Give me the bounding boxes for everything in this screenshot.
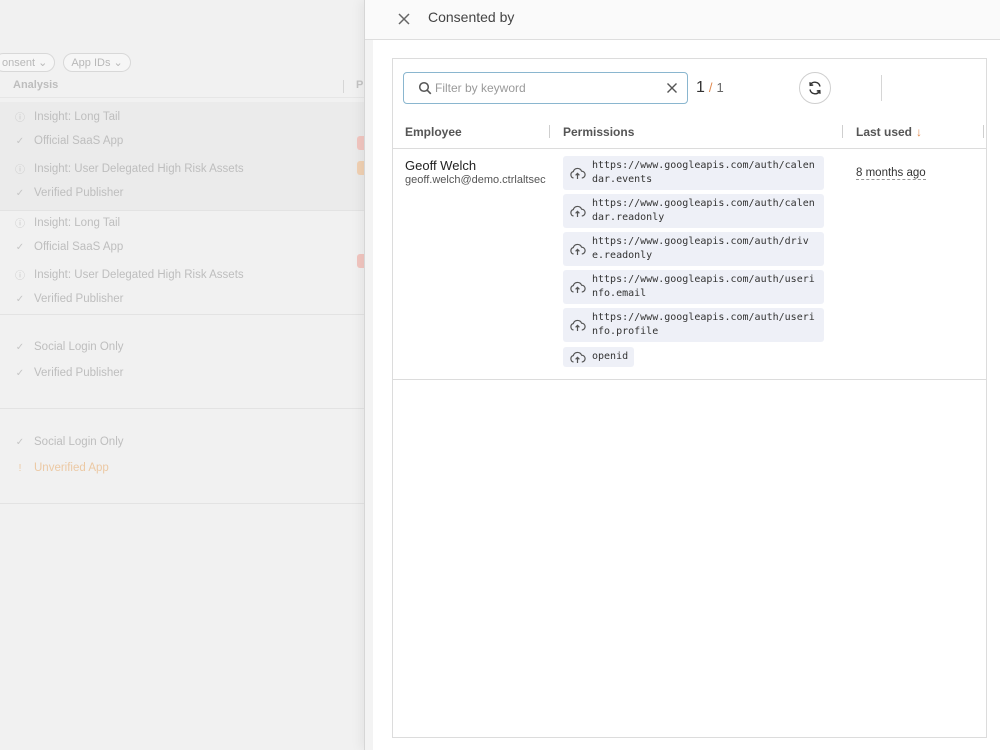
permission-scope: https://www.googleapis.com/auth/calendar… <box>592 198 815 223</box>
consent-table-card: 1/1 Employee Permissions Last used↓ Geof… <box>392 58 987 738</box>
background-list-item: ✓ Social Login Only <box>15 341 124 353</box>
background-list-item: ⓘ Insight: User Delegated High Risk Asset… <box>15 268 244 283</box>
cloud-icon <box>570 243 586 255</box>
pagination-indicator: 1/1 <box>696 79 724 97</box>
column-separator <box>549 125 550 138</box>
pagination-total: 1 <box>716 80 724 95</box>
permission-chip: openid <box>563 347 635 367</box>
background-list-item: ⓘ Insight: Long Tail <box>15 110 121 125</box>
background-list-item: ✓ Verified Publisher <box>15 187 124 199</box>
permission-chip: https://www.googleapis.com/auth/userinfo… <box>563 308 824 342</box>
risk-tag <box>357 136 364 150</box>
check-icon: ✓ <box>15 293 25 305</box>
panel-edge <box>365 0 373 750</box>
background-list-item: ✓ Official SaaS App <box>15 135 124 147</box>
pagination-separator: / <box>708 80 713 95</box>
panel-header: Consented by <box>365 0 1000 40</box>
divider <box>0 503 364 504</box>
background-page: onsent ⌄ App IDs ⌄ Analysis P ⓘ Insight: … <box>0 0 364 750</box>
info-icon: ⓘ <box>15 113 25 124</box>
permission-scope: https://www.googleapis.com/auth/calendar… <box>592 160 815 185</box>
check-icon: ✓ <box>15 436 25 448</box>
refresh-icon <box>809 81 821 95</box>
chevron-down-icon: ⌄ <box>38 57 48 69</box>
last-used-value: 8 months ago <box>856 167 926 180</box>
column-analysis: Analysis <box>13 79 59 91</box>
background-list-item: ✓ Social Login Only <box>15 436 124 448</box>
background-list-item: ✓ Verified Publisher <box>15 293 124 305</box>
info-icon: ⓘ <box>15 271 25 282</box>
column-separator <box>842 125 843 138</box>
background-list-item: ⓘ Insight: User Delegated High Risk Asset… <box>15 162 244 177</box>
cloud-icon <box>570 281 586 293</box>
table-header: Employee Permissions Last used ↓ <box>393 121 986 149</box>
employee-cell: Geoff Welch geoff.welch@demo.ctrlaltsec <box>405 158 551 186</box>
search-box <box>403 72 688 104</box>
check-icon: ✓ <box>15 341 25 353</box>
info-icon: ⓘ <box>15 165 25 176</box>
cloud-icon <box>570 205 586 217</box>
background-filters: onsent ⌄ App IDs ⌄ <box>0 53 131 72</box>
background-list-item: ✓ Verified Publisher <box>15 367 124 379</box>
background-table-header: Analysis P <box>0 76 364 98</box>
column-separator <box>343 80 344 93</box>
check-icon: ✓ <box>15 135 25 147</box>
check-icon: ✓ <box>15 241 25 253</box>
permission-chip: https://www.googleapis.com/auth/calendar… <box>563 194 824 228</box>
search-input[interactable] <box>435 81 655 95</box>
info-icon: ⓘ <box>15 219 25 230</box>
clear-icon[interactable] <box>665 81 679 95</box>
column-employee[interactable]: Employee <box>405 125 462 139</box>
filter-chip-app-ids[interactable]: App IDs ⌄ <box>63 53 131 72</box>
column-permissions[interactable]: Permissions <box>563 125 634 139</box>
close-icon <box>398 13 410 25</box>
risk-tag <box>357 254 364 268</box>
refresh-button[interactable] <box>799 72 831 104</box>
check-icon: ✓ <box>15 367 25 379</box>
permission-scope: openid <box>592 351 629 362</box>
permission-scope: https://www.googleapis.com/auth/userinfo… <box>592 274 815 299</box>
check-icon: ✓ <box>15 187 25 199</box>
permission-scope: https://www.googleapis.com/auth/drive.re… <box>592 236 809 261</box>
column-separator <box>983 125 984 138</box>
background-list-item: ⓘ Insight: Long Tail <box>15 216 121 231</box>
cloud-icon <box>570 319 586 331</box>
employee-email: geoff.welch@demo.ctrlaltsec <box>405 174 546 186</box>
sort-down-arrow-icon: ↓ <box>916 125 923 139</box>
consented-by-panel: Consented by 1/1 Employee Permissions La… <box>364 0 1000 750</box>
permission-chip: https://www.googleapis.com/auth/calendar… <box>563 156 824 190</box>
cloud-icon <box>570 167 586 179</box>
chevron-down-icon: ⌄ <box>113 57 123 69</box>
pagination-current: 1 <box>696 79 705 96</box>
background-list-item: ! Unverified App <box>14 462 109 474</box>
permission-chip: https://www.googleapis.com/auth/drive.re… <box>563 232 824 266</box>
permission-chip: https://www.googleapis.com/auth/userinfo… <box>563 270 824 304</box>
panel-title: Consented by <box>428 9 515 25</box>
divider <box>0 408 364 409</box>
search-icon <box>418 81 432 95</box>
column-last-used: Last used <box>856 125 913 139</box>
filter-chip-consent[interactable]: onsent ⌄ <box>0 53 56 72</box>
column-last-used-header[interactable]: Last used ↓ <box>856 125 922 139</box>
cloud-icon <box>570 351 586 363</box>
warning-icon: ! <box>18 462 22 474</box>
background-list-item: ✓ Official SaaS App <box>15 241 124 253</box>
permission-scope: https://www.googleapis.com/auth/userinfo… <box>592 312 815 337</box>
toolbar-separator <box>881 75 882 101</box>
column-p: P <box>356 79 364 91</box>
divider <box>0 210 364 211</box>
risk-tag <box>357 161 364 175</box>
employee-name: Geoff Welch <box>405 158 477 173</box>
close-button[interactable] <box>393 8 415 30</box>
divider <box>0 314 364 315</box>
